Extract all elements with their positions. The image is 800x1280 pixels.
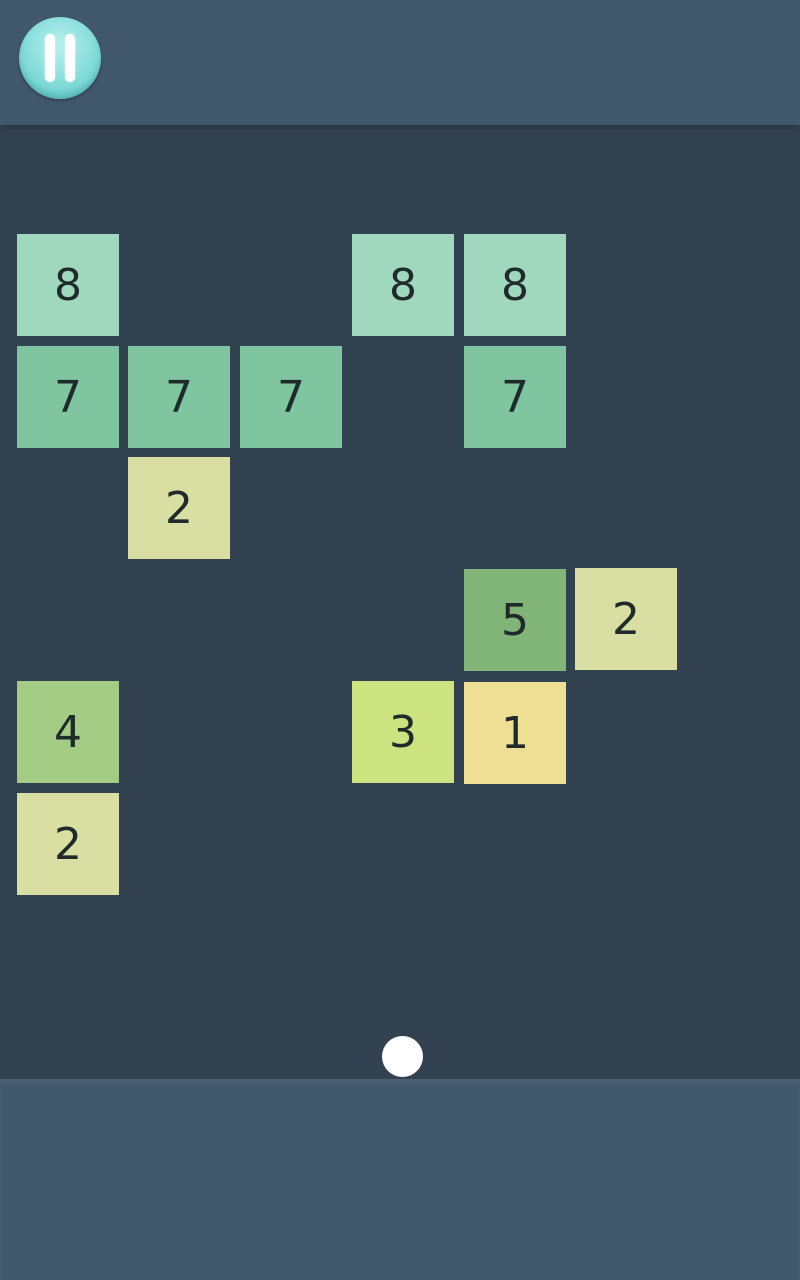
- brick: 3: [352, 681, 454, 783]
- brick: 5: [464, 569, 566, 671]
- brick: 7: [464, 346, 566, 448]
- brick: 4: [17, 681, 119, 783]
- brick: 8: [17, 234, 119, 336]
- brick: 1: [464, 682, 566, 784]
- brick: 2: [17, 793, 119, 895]
- brick: 7: [240, 346, 342, 448]
- brick: 2: [128, 457, 230, 559]
- ball: [382, 1036, 423, 1077]
- brick: 8: [464, 234, 566, 336]
- brick: 7: [17, 346, 119, 448]
- brick: 2: [575, 568, 677, 670]
- pause-button[interactable]: [19, 17, 101, 99]
- brick: 8: [352, 234, 454, 336]
- pause-icon: [45, 34, 55, 82]
- bottom-bar: [0, 1079, 800, 1280]
- top-bar: [0, 0, 800, 125]
- brick: 7: [128, 346, 230, 448]
